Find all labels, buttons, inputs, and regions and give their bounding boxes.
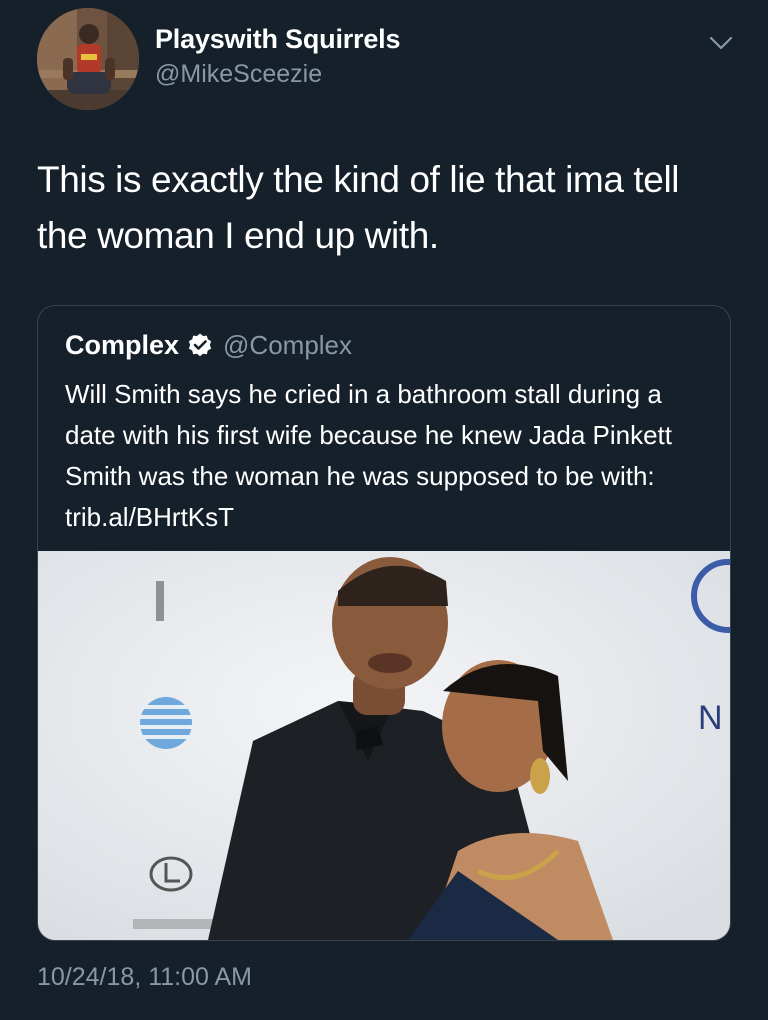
quoted-tweet-header: Complex @Complex [65, 328, 352, 362]
author-display-name[interactable]: Playswith Squirrels [155, 22, 400, 56]
author-avatar[interactable] [37, 8, 139, 110]
chevron-down-icon[interactable] [705, 28, 737, 56]
tweet-timestamp[interactable]: 10/24/18, 11:00 AM [37, 960, 252, 994]
quoted-handle[interactable]: @Complex [223, 330, 352, 361]
quoted-display-name[interactable]: Complex [65, 328, 179, 362]
tweet-detail: Playswith Squirrels @MikeSceezie This is… [0, 0, 768, 1020]
svg-text:N: N [698, 699, 723, 737]
avatar-photo [37, 8, 139, 110]
tweet-text: This is exactly the kind of lie that ima… [37, 159, 680, 256]
quoted-tweet-photo[interactable]: N [38, 551, 730, 940]
verified-badge-icon [188, 333, 212, 357]
author-info[interactable]: Playswith Squirrels @MikeSceezie [155, 22, 400, 90]
quoted-tweet-text: Will Smith says he cried in a bathroom s… [65, 379, 672, 532]
quoted-tweet-card[interactable]: Complex @Complex Will Smith says he crie… [37, 305, 731, 941]
author-handle[interactable]: @MikeSceezie [155, 58, 400, 90]
